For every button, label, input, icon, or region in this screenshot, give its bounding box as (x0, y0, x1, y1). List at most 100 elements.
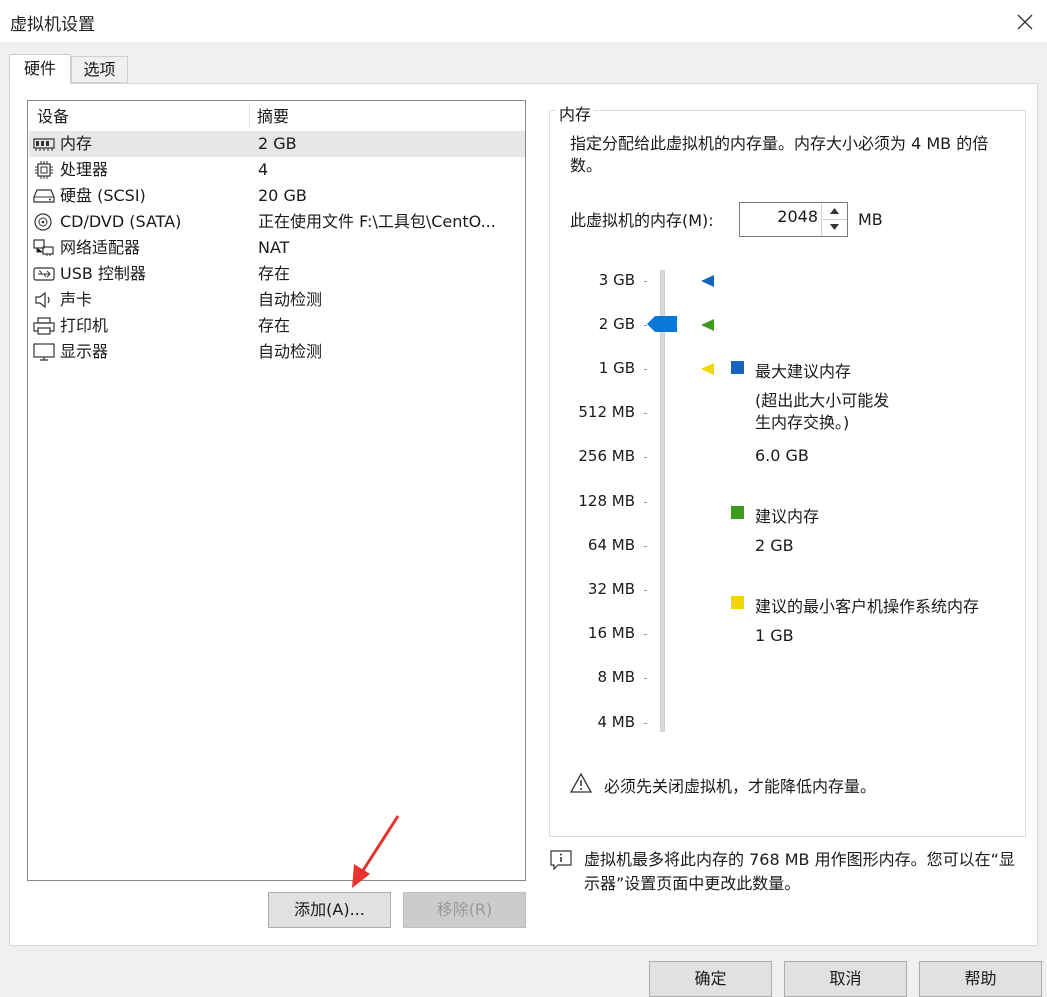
recommended-memory-swatch (731, 506, 744, 519)
tab-options[interactable]: 选项 (71, 56, 128, 83)
stepper-up-button[interactable] (822, 203, 847, 220)
ok-button[interactable]: 确定 (649, 961, 772, 997)
device-name: 显示器 (60, 342, 109, 361)
stepper-buttons (821, 203, 847, 236)
tick-label: 3 GB (598, 271, 635, 289)
device-summary: 自动检测 (258, 342, 323, 361)
add-button[interactable]: 添加(A)... (268, 892, 391, 928)
memory-unit: MB (858, 210, 883, 229)
device-summary: 20 GB (258, 186, 307, 205)
tick-mark (644, 546, 647, 547)
max-memory-value: 6.0 GB (755, 446, 809, 465)
device-row-sound-card[interactable]: 声卡 自动检测 (29, 287, 525, 313)
column-header-device[interactable]: 设备 (37, 101, 69, 131)
window-title: 虚拟机设置 (10, 15, 95, 35)
device-summary: 存在 (258, 264, 291, 283)
device-name: 处理器 (60, 160, 109, 179)
memory-description: 指定分配给此虚拟机的内存量。内存大小必须为 4 MB 的倍数。 (570, 134, 989, 175)
memory-warning-text: 必须先关闭虚拟机，才能降低内存量。 (604, 777, 877, 796)
tick-mark (644, 413, 647, 414)
tick-mark (644, 502, 647, 503)
tick-label: 8 MB (597, 668, 635, 686)
device-name: USB 控制器 (60, 264, 146, 283)
info-icon (550, 850, 572, 870)
device-name: 硬盘 (SCSI) (60, 186, 146, 205)
memory-field-label: 此虚拟机的内存(M): (570, 211, 714, 230)
device-summary: 自动检测 (258, 290, 323, 309)
sound-card-icon (35, 291, 50, 309)
device-row-hard-disk[interactable]: 硬盘 (SCSI) 20 GB (29, 183, 525, 209)
device-row-printer[interactable]: 打印机 存在 (29, 313, 525, 339)
graphics-memory-info: 虚拟机最多将此内存的 768 MB 用作图形内存。您可以在“显示器”设置页面中更… (584, 850, 1015, 893)
memory-icon (33, 138, 55, 151)
help-button[interactable]: 帮助 (919, 961, 1042, 997)
device-row-display[interactable]: 显示器 自动检测 (29, 339, 525, 365)
device-row-processor[interactable]: 处理器 4 (29, 157, 525, 183)
tick-label: 128 MB (578, 492, 635, 510)
tick-mark (644, 590, 647, 591)
tick-label: 256 MB (578, 447, 635, 465)
memory-slider-track[interactable] (660, 270, 665, 732)
column-header-summary[interactable]: 摘要 (257, 101, 289, 131)
cancel-button[interactable]: 取消 (784, 961, 907, 997)
max-memory-title: 最大建议内存 (755, 362, 852, 381)
tick-label: 2 GB (598, 315, 635, 333)
max-memory-swatch (731, 361, 744, 374)
tick-mark (644, 634, 647, 635)
close-button[interactable] (1007, 6, 1041, 36)
chevron-down-icon (830, 224, 839, 230)
tick-label: 512 MB (578, 403, 635, 421)
title-bar: 虚拟机设置 (0, 0, 1047, 42)
tab-hardware[interactable]: 硬件 (9, 54, 71, 84)
device-row-usb[interactable]: USB 控制器 存在 (29, 261, 525, 287)
tick-label: 64 MB (587, 536, 635, 554)
min-memory-swatch (731, 596, 744, 609)
memory-stepper[interactable]: 2048 (739, 202, 848, 237)
device-name: 声卡 (60, 290, 93, 309)
annotation-arrow-icon (352, 815, 400, 888)
usb-icon (33, 267, 55, 281)
device-name: 内存 (60, 134, 93, 153)
device-row-network-adapter[interactable]: 网络适配器 NAT (29, 235, 525, 261)
tick-label: 1 GB (598, 359, 635, 377)
device-name: 打印机 (60, 316, 109, 335)
max-memory-marker-icon (701, 275, 714, 287)
processor-icon (35, 161, 53, 179)
device-name: 网络适配器 (60, 238, 141, 257)
memory-group-title: 内存 (556, 101, 595, 125)
device-name: CD/DVD (SATA) (60, 212, 182, 231)
printer-icon (33, 317, 55, 335)
recommended-memory-marker-icon (701, 319, 714, 331)
device-row-memory[interactable]: 内存 2 GB (29, 131, 525, 157)
max-memory-note: (超出此大小可能发生内存交换。) (755, 391, 890, 432)
min-memory-marker-icon (701, 363, 714, 375)
hard-disk-icon (33, 189, 55, 203)
recommended-memory-value: 2 GB (755, 536, 794, 555)
device-summary: 2 GB (258, 134, 297, 153)
tick-label: 4 MB (597, 713, 635, 731)
device-summary: 存在 (258, 316, 291, 335)
min-memory-value: 1 GB (755, 626, 794, 645)
column-separator[interactable] (249, 103, 250, 129)
device-list[interactable]: 设备 摘要 内存 2 GB 处理器 4 硬盘 (SCSI) 20 GB CD/D… (27, 100, 526, 881)
memory-value-input[interactable]: 2048 (777, 207, 818, 226)
chevron-up-icon (830, 208, 839, 214)
stepper-down-button[interactable] (822, 219, 847, 235)
device-summary: NAT (258, 238, 290, 257)
tick-label: 16 MB (587, 624, 635, 642)
tick-label: 32 MB (587, 580, 635, 598)
tick-mark (644, 723, 647, 724)
memory-slider-thumb[interactable] (647, 316, 677, 332)
tick-mark (644, 369, 647, 370)
display-icon (33, 343, 55, 361)
tick-mark (644, 281, 647, 282)
remove-button[interactable]: 移除(R) (403, 892, 526, 928)
warning-icon (570, 773, 592, 793)
device-row-cd-dvd[interactable]: CD/DVD (SATA) 正在使用文件 F:\工具包\CentO... (29, 209, 525, 235)
device-list-header: 设备 摘要 (28, 101, 525, 131)
device-summary: 4 (258, 160, 269, 179)
network-adapter-icon (33, 239, 54, 256)
recommended-memory-title: 建议内存 (755, 507, 820, 526)
tick-mark (644, 678, 647, 679)
tick-mark (644, 457, 647, 458)
